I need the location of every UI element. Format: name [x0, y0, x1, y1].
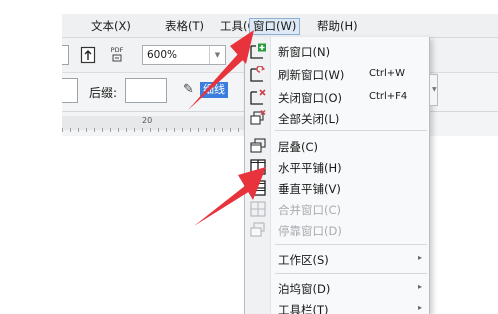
menubar: 文本(X) 表格(T) 工具(O) 窗口(W) 帮助(H): [62, 14, 498, 38]
menu-item-cascade[interactable]: 层叠(C): [245, 136, 429, 156]
submenu-arrow-icon: ▸: [418, 282, 423, 291]
menu-item-tile-horizontal[interactable]: 水平平铺(H): [245, 157, 429, 177]
menu-separator: [275, 273, 427, 274]
shortcut-ctrl-w: Ctrl+W: [369, 68, 406, 79]
menu-item-refresh-window[interactable]: 刷新窗口(W) Ctrl+W: [245, 64, 429, 84]
menu-separator: [275, 244, 427, 245]
suffix-input[interactable]: [125, 78, 167, 103]
menu-table[interactable]: 表格(T): [162, 18, 207, 35]
dock-window-icon: [249, 222, 267, 238]
menu-item-dockers[interactable]: 泊坞窗(D) ▸: [245, 278, 429, 298]
menu-item-dock-window[interactable]: 停靠窗口(D): [245, 220, 429, 240]
close-window-icon: [249, 89, 267, 105]
menu-separator: [275, 130, 427, 131]
new-window-icon: [249, 43, 267, 59]
refresh-window-icon: [249, 65, 267, 82]
menu-item-new-window[interactable]: 新窗口(N): [245, 41, 429, 61]
toolbar-button-partial[interactable]: [62, 45, 69, 65]
merge-window-icon: [249, 201, 267, 217]
pdf-icon: PDF: [111, 46, 123, 64]
menu-item-tile-vertical[interactable]: 垂直平铺(V): [245, 178, 429, 198]
menu-item-merge-window[interactable]: 合并窗口(C): [245, 199, 429, 219]
tile-horizontal-icon: [249, 159, 267, 175]
submenu-arrow-icon: ▸: [418, 253, 423, 262]
export-icon[interactable]: [78, 44, 98, 66]
suffix-label: 后缀:: [89, 86, 118, 100]
ruler-ticks: [62, 128, 252, 132]
chevron-down-icon[interactable]: ▼: [432, 86, 437, 93]
menu-text[interactable]: 文本(X): [88, 18, 134, 35]
line-type-select[interactable]: 细线: [200, 82, 228, 98]
menu-item-close-window[interactable]: 关闭窗口(O) Ctrl+F4: [245, 87, 429, 107]
submenu-arrow-icon: ▸: [418, 303, 423, 312]
shortcut-ctrl-f4: Ctrl+F4: [369, 91, 408, 102]
ruler-tick-label: 20: [142, 116, 153, 125]
menu-item-toolbars[interactable]: 工具栏(T) ▸: [245, 299, 429, 314]
zoom-value: 600%: [147, 49, 178, 61]
chevron-down-icon[interactable]: ▼: [209, 46, 225, 64]
pen-icon: ✎: [183, 82, 194, 97]
window-menu-dropdown: 新窗口(N) 刷新窗口(W) Ctrl+W 关闭窗口(O) Ctrl+F4 全部…: [244, 37, 430, 314]
close-all-icon: [249, 109, 267, 126]
publish-pdf-button[interactable]: PDF: [106, 44, 128, 66]
zoom-level-select[interactable]: 600% ▼: [142, 45, 226, 65]
menu-help[interactable]: 帮助(H): [314, 18, 361, 35]
prefix-input[interactable]: [62, 78, 78, 103]
menu-item-close-all[interactable]: 全部关闭(L): [245, 108, 429, 128]
menu-window[interactable]: 窗口(W): [249, 18, 301, 35]
menu-item-workspace[interactable]: 工作区(S) ▸: [245, 249, 429, 269]
tile-vertical-icon: [249, 180, 267, 196]
cascade-icon: [249, 138, 267, 154]
